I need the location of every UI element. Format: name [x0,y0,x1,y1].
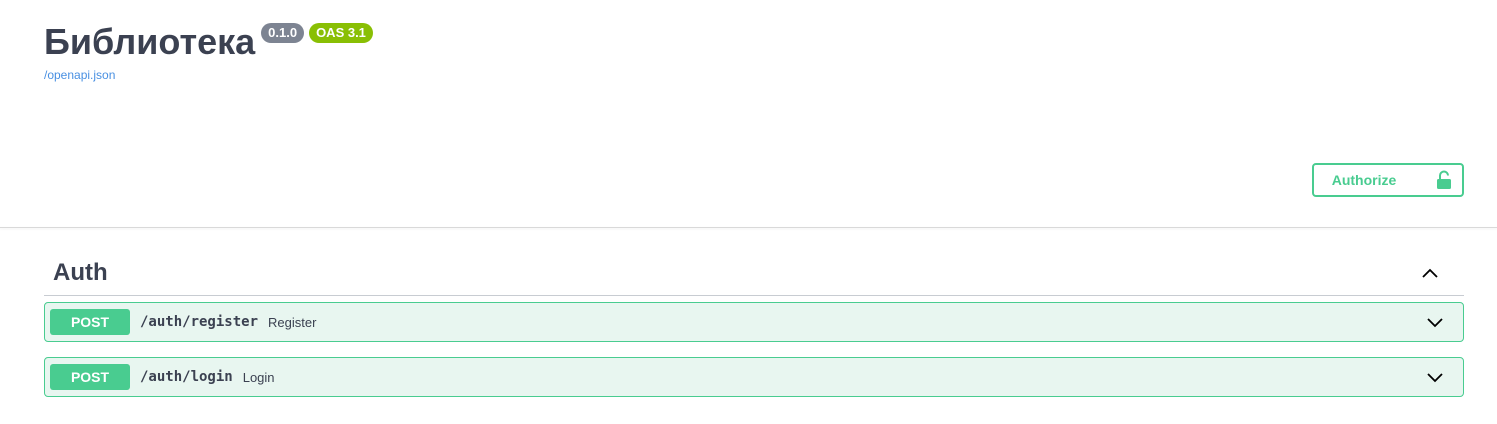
operation-post-auth-login[interactable]: POST /auth/login Login [44,357,1464,397]
openapi-json-link[interactable]: /openapi.json [44,68,373,82]
tag-header-auth[interactable]: Auth [44,250,1464,296]
title-row: Библиотека 0.1.0 OAS 3.1 [44,20,373,64]
operation-post-auth-register[interactable]: POST /auth/register Register [44,302,1464,342]
authorize-button[interactable]: Authorize [1312,163,1464,197]
authorize-label: Authorize [1331,172,1397,188]
operation-path: /auth/register [140,314,259,330]
operation-path: /auth/login [140,369,233,385]
tag-name: Auth [53,258,108,286]
api-info: Библиотека 0.1.0 OAS 3.1 /openapi.json [44,20,373,82]
operation-summary: Register [268,314,317,330]
header-divider [0,227,1497,228]
unlocked-icon [1437,170,1452,189]
chevron-down-icon[interactable] [1425,367,1445,387]
method-badge: POST [50,364,130,390]
api-title: Библиотека [44,21,256,62]
tag-section-auth: Auth POST /auth/register Register POST /… [44,250,1464,397]
method-badge: POST [50,309,130,335]
oas-badge: OAS 3.1 [309,23,373,43]
chevron-up-icon[interactable] [1420,263,1440,283]
authorize-wrapper: Authorize [1312,163,1464,197]
operation-summary: Login [242,369,275,385]
chevron-down-icon[interactable] [1425,312,1445,332]
version-badge: 0.1.0 [261,23,305,43]
